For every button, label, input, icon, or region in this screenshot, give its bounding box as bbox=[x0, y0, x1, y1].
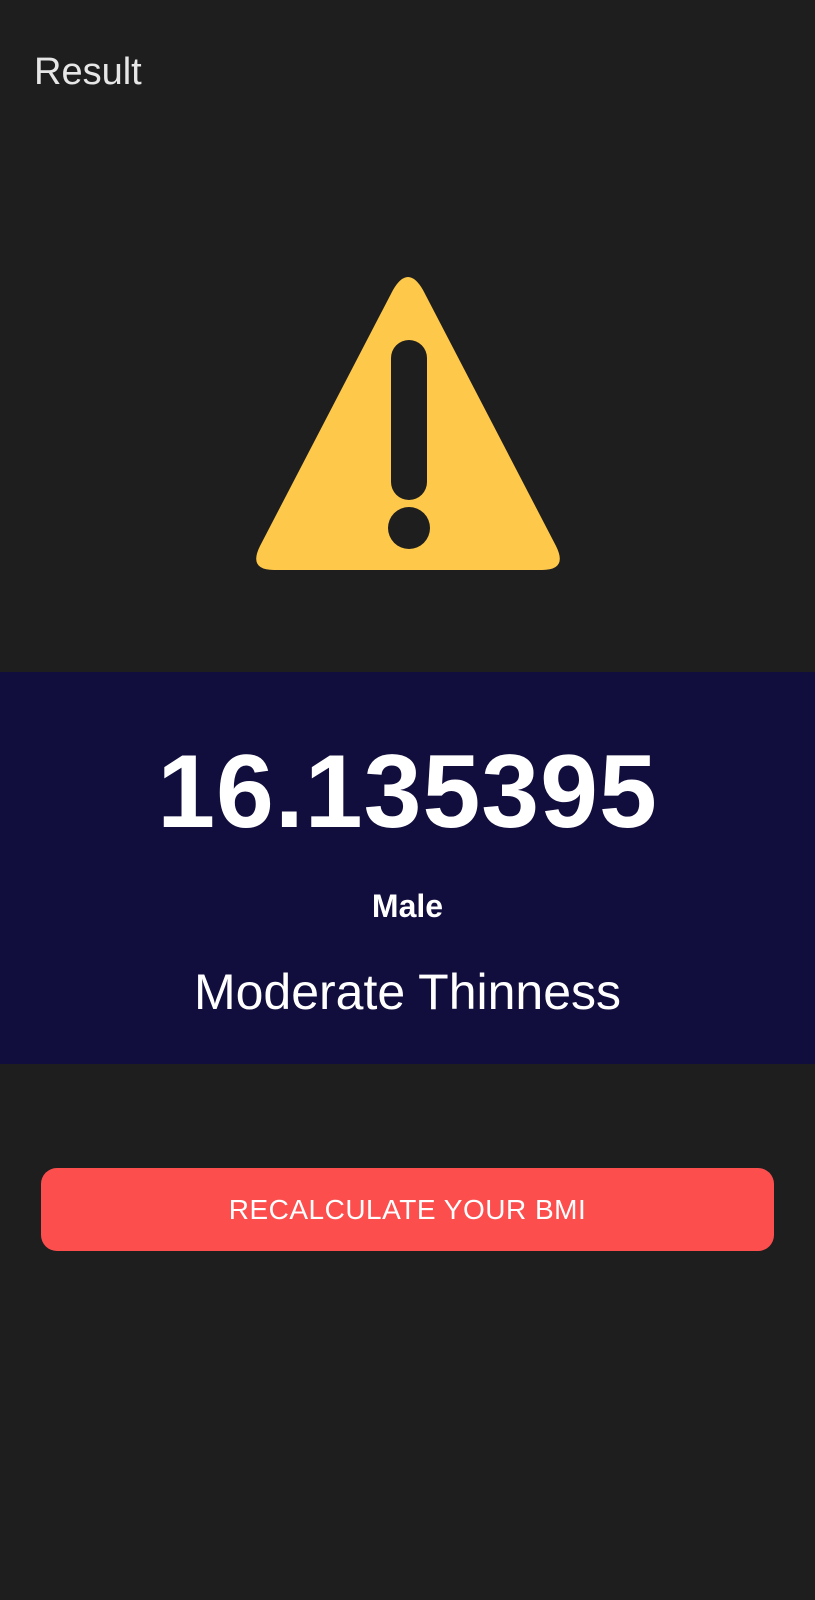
recalculate-button[interactable]: RECALCULATE YOUR BMI bbox=[41, 1168, 774, 1251]
page-title: Result bbox=[34, 51, 142, 93]
warning-triangle-icon bbox=[255, 277, 560, 570]
app-bar: Result bbox=[0, 0, 815, 140]
bmi-value: 16.135395 bbox=[157, 734, 658, 850]
gender-label: Male bbox=[371, 888, 444, 924]
exclamation-bar bbox=[390, 340, 427, 500]
bmi-category: Moderate Thinness bbox=[193, 964, 622, 1020]
exclamation-dot bbox=[387, 507, 430, 549]
result-panel: 16.135395 Male Moderate Thinness bbox=[0, 672, 815, 1064]
warning-container bbox=[0, 270, 815, 590]
